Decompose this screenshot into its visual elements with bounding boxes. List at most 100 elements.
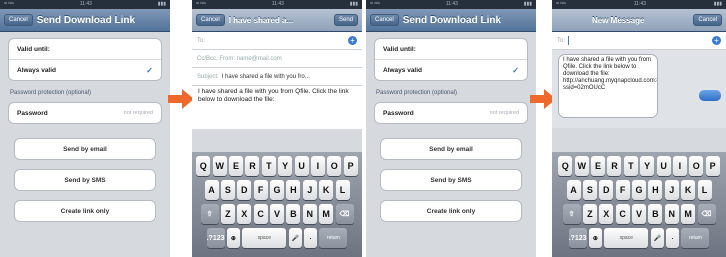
message-input[interactable]: I have shared a file with you from Qfile… [558, 54, 658, 118]
cc-field[interactable]: Cc/Bcc, From: name@mail.com [192, 50, 362, 68]
key-i[interactable]: I [310, 156, 325, 176]
key-q[interactable]: Q [558, 156, 573, 176]
key-f[interactable]: F [615, 180, 630, 200]
dot-key[interactable]: . [304, 228, 318, 248]
checkmark-icon: ✓ [512, 65, 519, 75]
dot-key[interactable]: . [666, 228, 680, 248]
send-by-email-button[interactable]: Send by email [14, 138, 156, 160]
key-u[interactable]: U [656, 156, 671, 176]
key-y[interactable]: Y [640, 156, 655, 176]
key-t[interactable]: T [623, 156, 638, 176]
battery-icon: ▮▮▮ [713, 1, 722, 7]
cancel-button[interactable]: Cancel [4, 14, 33, 26]
send-by-sms-button[interactable]: Send by SMS [380, 169, 522, 191]
key-h[interactable]: H [648, 180, 663, 200]
to-field[interactable]: To: + [552, 32, 726, 50]
key-c[interactable]: C [253, 204, 268, 224]
key-l[interactable]: L [335, 180, 350, 200]
key-s[interactable]: S [220, 180, 235, 200]
to-field[interactable]: To: + [192, 32, 362, 50]
cancel-button[interactable]: Cancel [693, 14, 722, 26]
password-row[interactable]: Password not required [9, 103, 161, 123]
key-v[interactable]: V [632, 204, 646, 224]
key-q[interactable]: Q [196, 156, 211, 176]
cancel-button[interactable]: Cancel [370, 14, 399, 26]
key-c[interactable]: C [615, 204, 630, 224]
key-o[interactable]: O [327, 156, 342, 176]
key-j[interactable]: J [302, 180, 317, 200]
key-z[interactable]: Z [220, 204, 235, 224]
create-link-only-button[interactable]: Create link only [380, 200, 522, 222]
key-g[interactable]: G [632, 180, 646, 200]
key-m[interactable]: M [319, 204, 334, 224]
always-valid-row[interactable]: Always valid ✓ [9, 60, 161, 80]
send-button[interactable] [699, 90, 721, 101]
password-group: Password not required [374, 102, 528, 124]
shift-key[interactable]: ⇧ [200, 204, 219, 224]
key-k[interactable]: K [681, 180, 696, 200]
key-y[interactable]: Y [278, 156, 293, 176]
key-e[interactable]: E [591, 156, 606, 176]
key-d[interactable]: D [237, 180, 252, 200]
space-key[interactable]: space [604, 228, 649, 248]
password-field[interactable]: not required [124, 110, 153, 116]
shift-key[interactable]: ⇧ [562, 204, 581, 224]
numbers-key[interactable]: .?123 [206, 228, 225, 248]
key-p[interactable]: P [343, 156, 358, 176]
always-valid-row[interactable]: Always valid ✓ [375, 60, 527, 80]
key-w[interactable]: W [574, 156, 589, 176]
send-button[interactable]: Send [333, 14, 358, 26]
password-field[interactable]: not required [490, 110, 519, 116]
key-b[interactable]: B [286, 204, 301, 224]
key-r[interactable]: R [607, 156, 622, 176]
delete-key[interactable]: ⌫ [697, 204, 716, 224]
key-a[interactable]: A [204, 180, 219, 200]
key-l[interactable]: L [697, 180, 712, 200]
key-p[interactable]: P [705, 156, 720, 176]
key-f[interactable]: F [253, 180, 268, 200]
key-k[interactable]: K [319, 180, 334, 200]
key-b[interactable]: B [648, 204, 663, 224]
key-g[interactable]: G [270, 180, 284, 200]
key-z[interactable]: Z [582, 204, 597, 224]
space-key[interactable]: space [242, 228, 287, 248]
key-x[interactable]: X [237, 204, 252, 224]
key-n[interactable]: N [302, 204, 317, 224]
battery-icon: ▮▮▮ [157, 1, 166, 7]
create-link-only-button[interactable]: Create link only [14, 200, 156, 222]
key-w[interactable]: W [212, 156, 227, 176]
key-m[interactable]: M [681, 204, 696, 224]
key-t[interactable]: T [261, 156, 276, 176]
globe-key[interactable]: ⊕ [588, 228, 602, 248]
send-by-sms-button[interactable]: Send by SMS [14, 169, 156, 191]
globe-key[interactable]: ⊕ [226, 228, 240, 248]
key-n[interactable]: N [664, 204, 679, 224]
mic-key[interactable]: 🎤 [288, 228, 302, 248]
key-r[interactable]: R [245, 156, 260, 176]
key-d[interactable]: D [599, 180, 614, 200]
valid-until-row[interactable]: Valid until: [9, 39, 161, 60]
key-o[interactable]: O [689, 156, 704, 176]
key-j[interactable]: J [664, 180, 679, 200]
key-a[interactable]: A [566, 180, 581, 200]
email-body[interactable]: I have shared a file with you from Qfile… [192, 86, 362, 129]
return-key[interactable]: return [681, 228, 710, 248]
add-contact-icon[interactable]: + [348, 36, 357, 45]
send-by-email-button[interactable]: Send by email [380, 138, 522, 160]
key-v[interactable]: V [270, 204, 284, 224]
return-key[interactable]: return [319, 228, 348, 248]
subject-field[interactable]: Subject: I have shared a file with you fr… [192, 68, 362, 86]
key-s[interactable]: S [582, 180, 597, 200]
cancel-button[interactable]: Cancel [196, 14, 225, 26]
valid-until-row[interactable]: Valid until: [375, 39, 527, 60]
key-e[interactable]: E [229, 156, 244, 176]
numbers-key[interactable]: .?123 [568, 228, 587, 248]
password-row[interactable]: Password not required [375, 103, 527, 123]
key-u[interactable]: U [294, 156, 309, 176]
delete-key[interactable]: ⌫ [335, 204, 354, 224]
key-x[interactable]: X [599, 204, 614, 224]
mic-key[interactable]: 🎤 [650, 228, 664, 248]
key-i[interactable]: I [672, 156, 687, 176]
key-h[interactable]: H [286, 180, 301, 200]
add-contact-icon[interactable]: + [712, 36, 721, 45]
